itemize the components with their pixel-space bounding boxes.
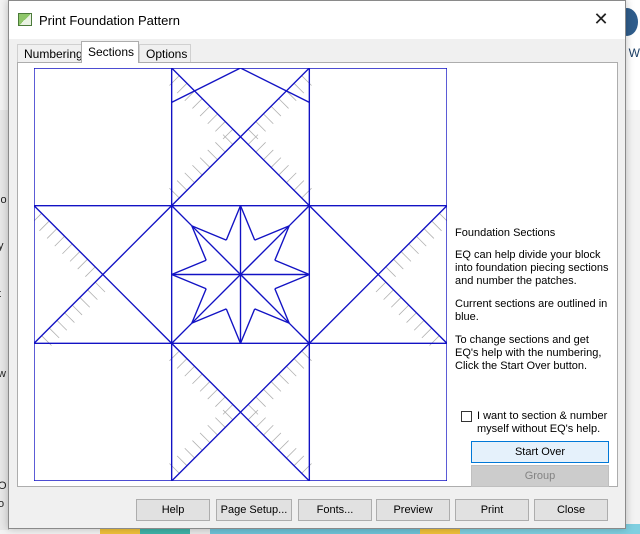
panel-paragraph: To change sections and get EQ's help wit… bbox=[455, 334, 602, 372]
page-setup-button[interactable]: Page Setup... bbox=[216, 499, 292, 521]
help-button[interactable]: Help bbox=[136, 499, 210, 521]
background-text-fragment: w bbox=[0, 368, 6, 380]
close-icon[interactable]: ✕ bbox=[591, 9, 611, 29]
background-text-fragment: t bbox=[0, 288, 1, 300]
group-button[interactable]: Group bbox=[471, 465, 609, 487]
foundation-pattern-preview bbox=[34, 68, 447, 481]
print-foundation-pattern-dialog: Print Foundation Pattern ✕ Numbering Sec… bbox=[8, 0, 626, 529]
panel-heading: Foundation Sections bbox=[455, 227, 556, 239]
sections-tab-panel: Foundation Sections EQ can help divide y… bbox=[17, 62, 618, 487]
title-bar: Print Foundation Pattern ✕ bbox=[9, 1, 625, 39]
help-text-panel: Foundation Sections EQ can help divide y… bbox=[455, 227, 613, 383]
tab-numbering[interactable]: Numbering bbox=[17, 44, 83, 62]
preview-button[interactable]: Preview bbox=[376, 499, 450, 521]
tab-options[interactable]: Options bbox=[139, 44, 191, 62]
fonts-button[interactable]: Fonts... bbox=[298, 499, 372, 521]
app-icon bbox=[18, 13, 32, 26]
start-over-button[interactable]: Start Over bbox=[471, 441, 609, 463]
print-button[interactable]: Print bbox=[455, 499, 529, 521]
background-text-fragment: O bbox=[0, 480, 7, 492]
manual-section-checkbox[interactable] bbox=[461, 411, 472, 422]
panel-paragraph: Current sections are outlined in blue. bbox=[455, 298, 608, 323]
background-text-fragment: o bbox=[0, 498, 5, 510]
background-text-fragment: y bbox=[0, 240, 4, 252]
dialog-title: Print Foundation Pattern bbox=[39, 13, 180, 28]
panel-paragraph: EQ can help divide your block into found… bbox=[455, 249, 609, 287]
manual-section-label[interactable]: I want to section & number myself withou… bbox=[477, 410, 617, 436]
background-text-fragment: lo bbox=[0, 194, 7, 206]
close-button[interactable]: Close bbox=[534, 499, 608, 521]
tab-sections[interactable]: Sections bbox=[81, 41, 139, 63]
